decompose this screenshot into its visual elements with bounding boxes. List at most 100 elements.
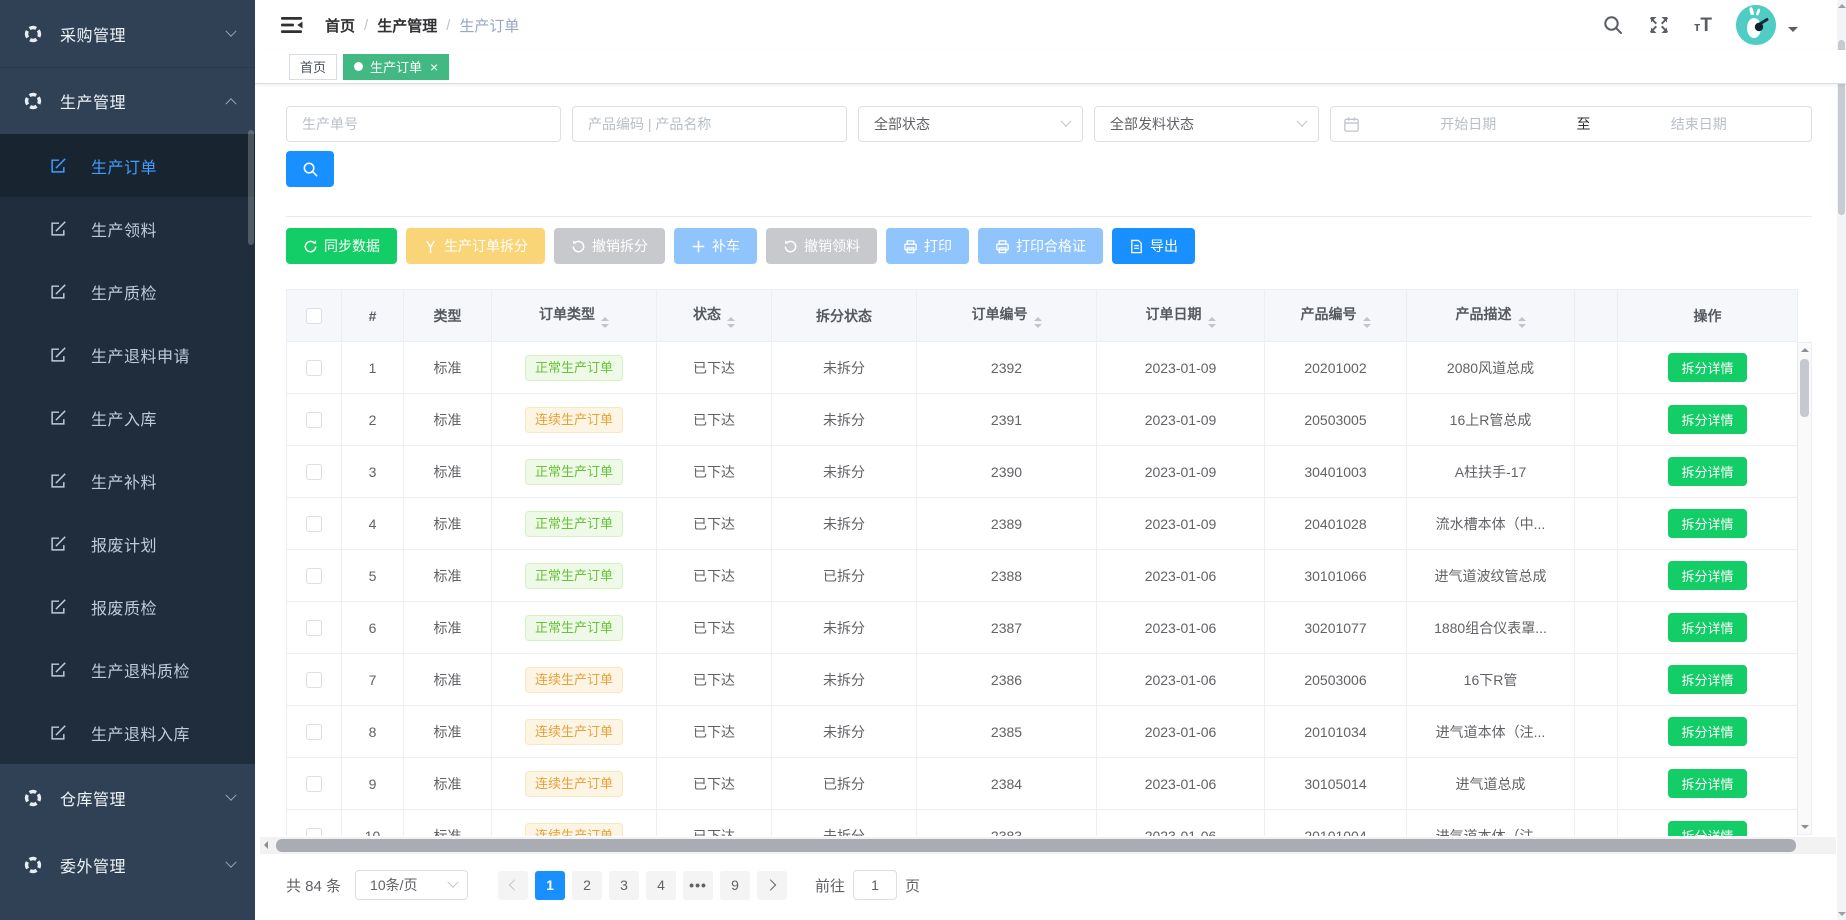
- sort-icon[interactable]: [1363, 317, 1371, 328]
- header-order-date[interactable]: 订单日期: [1097, 290, 1265, 342]
- row-checkbox[interactable]: [306, 360, 322, 376]
- prev-page-button[interactable]: [498, 871, 528, 900]
- issue-status-select[interactable]: 全部发料状态: [1094, 106, 1319, 142]
- sidebar-item-purchase-management[interactable]: 采购管理: [0, 0, 255, 67]
- page-size-select[interactable]: 10条/页: [355, 870, 468, 900]
- breadcrumb-home[interactable]: 首页: [325, 15, 355, 36]
- sort-icon[interactable]: [601, 317, 609, 328]
- row-checkbox[interactable]: [306, 516, 322, 532]
- order-type-tag: 连续生产订单: [525, 771, 623, 797]
- fullscreen-icon[interactable]: [1648, 14, 1670, 36]
- avatar[interactable]: [1736, 5, 1776, 45]
- window-scrollbar[interactable]: [1837, 0, 1846, 920]
- cell-product-desc: 进气道总成: [1407, 758, 1575, 810]
- chevron-down-icon[interactable]: [1788, 27, 1798, 37]
- status-select[interactable]: 全部状态: [858, 106, 1083, 142]
- sidebar-item-outsourcing-management[interactable]: 委外管理: [0, 831, 255, 898]
- search-button[interactable]: [286, 151, 334, 187]
- sidebar-item-production-order[interactable]: 生产订单: [0, 134, 255, 197]
- search-icon[interactable]: [1602, 14, 1624, 36]
- print-button[interactable]: 打印: [886, 228, 969, 264]
- row-checkbox[interactable]: [306, 464, 322, 480]
- more-pages-button[interactable]: •••: [683, 871, 713, 900]
- row-checkbox[interactable]: [306, 828, 322, 836]
- page-button-9[interactable]: 9: [720, 871, 750, 900]
- undo-split-button[interactable]: 撤销拆分: [554, 228, 665, 264]
- scroll-up-icon[interactable]: [1838, 4, 1846, 8]
- header-order-type[interactable]: 订单类型: [492, 290, 657, 342]
- sort-icon[interactable]: [727, 317, 735, 328]
- split-detail-button[interactable]: 拆分详情: [1668, 717, 1746, 746]
- row-checkbox[interactable]: [306, 412, 322, 428]
- date-range-picker[interactable]: 至: [1330, 106, 1812, 142]
- scroll-down-icon[interactable]: [1838, 912, 1846, 916]
- page-button-1[interactable]: 1: [535, 871, 565, 900]
- split-detail-button[interactable]: 拆分详情: [1668, 561, 1746, 590]
- sidebar-item-production-return-request[interactable]: 生产退料申请: [0, 323, 255, 386]
- scroll-down-icon[interactable]: [1801, 825, 1809, 829]
- header-product-desc[interactable]: 产品描述: [1407, 290, 1575, 342]
- sidebar-item-production-inbound[interactable]: 生产入库: [0, 386, 255, 449]
- sidebar-item-production-return-inbound[interactable]: 生产退料入库: [0, 701, 255, 764]
- split-detail-button[interactable]: 拆分详情: [1668, 613, 1746, 642]
- cell-index: 3: [342, 446, 404, 498]
- start-date-input[interactable]: [1368, 116, 1569, 132]
- select-all-checkbox[interactable]: [306, 308, 322, 324]
- split-detail-button[interactable]: 拆分详情: [1668, 405, 1746, 434]
- header-product-no[interactable]: 产品编号: [1265, 290, 1407, 342]
- split-detail-button[interactable]: 拆分详情: [1668, 821, 1746, 836]
- split-detail-button[interactable]: 拆分详情: [1668, 353, 1746, 382]
- split-detail-button[interactable]: 拆分详情: [1668, 769, 1746, 798]
- scroll-left-icon[interactable]: [264, 841, 268, 849]
- row-checkbox[interactable]: [306, 724, 322, 740]
- product-input[interactable]: [572, 106, 847, 142]
- sidebar-item-warehouse-management[interactable]: 仓库管理: [0, 764, 255, 831]
- export-button[interactable]: 导出: [1112, 228, 1195, 264]
- row-checkbox[interactable]: [306, 776, 322, 792]
- production-no-input[interactable]: [286, 106, 561, 142]
- sidebar-scrollbar[interactable]: [248, 130, 254, 245]
- table-horizontal-scrollbar[interactable]: [260, 837, 1836, 854]
- tab-production-order[interactable]: 生产订单: [343, 54, 449, 80]
- split-detail-button[interactable]: 拆分详情: [1668, 509, 1746, 538]
- tab-home[interactable]: 首页: [289, 54, 337, 80]
- order-split-button[interactable]: 生产订单拆分: [406, 228, 545, 264]
- print-certificate-button[interactable]: 打印合格证: [978, 228, 1103, 264]
- row-checkbox[interactable]: [306, 568, 322, 584]
- hamburger-icon[interactable]: [281, 15, 303, 35]
- split-detail-button[interactable]: 拆分详情: [1668, 457, 1746, 486]
- sort-icon[interactable]: [1208, 317, 1216, 328]
- sidebar-item-production-management[interactable]: 生产管理: [0, 67, 255, 134]
- sidebar-item-production-return-qc[interactable]: 生产退料质检: [0, 638, 255, 701]
- scroll-up-icon[interactable]: [1801, 348, 1809, 352]
- page-button-3[interactable]: 3: [609, 871, 639, 900]
- scrollbar-thumb[interactable]: [1800, 359, 1809, 417]
- row-checkbox[interactable]: [306, 620, 322, 636]
- page-button-4[interactable]: 4: [646, 871, 676, 900]
- cell-spacer: [1575, 498, 1618, 550]
- sidebar-item-scrap-qc[interactable]: 报废质检: [0, 575, 255, 638]
- end-date-input[interactable]: [1599, 116, 1800, 132]
- font-size-icon[interactable]: [1694, 16, 1712, 35]
- add-car-button[interactable]: 补车: [674, 228, 757, 264]
- header-order-no[interactable]: 订单编号: [917, 290, 1097, 342]
- table-row: 9 标准 连续生产订单 已下达 已拆分 2384 2023-01-06 3010…: [287, 758, 1798, 810]
- table-vertical-scrollbar[interactable]: [1797, 342, 1812, 835]
- row-checkbox[interactable]: [306, 672, 322, 688]
- goto-page-input[interactable]: [853, 870, 897, 900]
- next-page-button[interactable]: [757, 871, 787, 900]
- sort-icon[interactable]: [1518, 317, 1526, 328]
- sidebar-item-production-qc[interactable]: 生产质检: [0, 260, 255, 323]
- sidebar-item-production-picking[interactable]: 生产领料: [0, 197, 255, 260]
- sidebar-item-production-replenish[interactable]: 生产补料: [0, 449, 255, 512]
- split-detail-button[interactable]: 拆分详情: [1668, 665, 1746, 694]
- sort-icon[interactable]: [1034, 317, 1042, 328]
- sync-data-button[interactable]: 同步数据: [286, 228, 397, 264]
- sidebar-item-scrap-plan[interactable]: 报废计划: [0, 512, 255, 575]
- page-button-2[interactable]: 2: [572, 871, 602, 900]
- close-icon[interactable]: [430, 60, 438, 74]
- undo-issue-button[interactable]: 撤销领料: [766, 228, 877, 264]
- header-status[interactable]: 状态: [657, 290, 772, 342]
- breadcrumb-production-management[interactable]: 生产管理: [377, 15, 437, 36]
- scrollbar-thumb[interactable]: [276, 839, 1796, 852]
